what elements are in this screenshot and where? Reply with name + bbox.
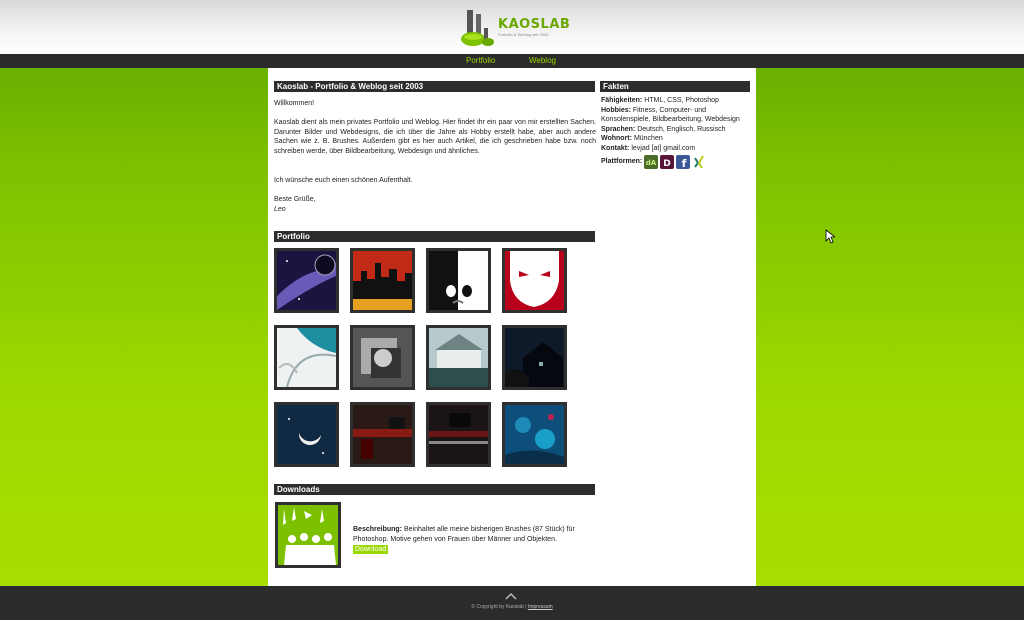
intro-signature: Leo — [274, 206, 286, 213]
svg-text:D: D — [663, 159, 670, 169]
portfolio-item-underwater[interactable] — [502, 402, 567, 467]
site-footer: © Copyright by Kaoslab | Impressum — [0, 586, 1024, 620]
fact-location: Wohnort: München — [601, 135, 663, 143]
brushes-download-thumbnail[interactable] — [275, 502, 341, 568]
main-navigation: Portfolio Weblog — [0, 54, 1024, 68]
impressum-link[interactable]: Impressum — [528, 604, 553, 610]
portfolio-item-night-house[interactable] — [502, 325, 567, 390]
svg-text:dA: dA — [646, 159, 657, 167]
deviantart-icon[interactable]: dA — [644, 154, 659, 169]
fact-contact: Kontakt: levjad [at] gmail.com — [601, 144, 696, 152]
portfolio-item-dark-interior[interactable] — [350, 402, 415, 467]
copyright-text: © Copyright by Kaoslab | — [471, 604, 527, 610]
content-panel: Kaoslab - Portfolio & Weblog seit 2003 W… — [268, 68, 756, 586]
portfolio-item-galaxy[interactable] — [274, 248, 339, 313]
description-label: Beschreibung: — [353, 526, 403, 533]
site-header: KAOSLAB Portfolio & Weblog seit 2003 — [0, 0, 1024, 54]
download-button[interactable]: Download — [353, 544, 389, 555]
portfolio-item-city[interactable] — [350, 248, 415, 313]
flask-icon — [461, 10, 494, 46]
facts-list: Fähigkeiten: HTML, CSS, Photoshop Hobbie… — [601, 96, 751, 170]
site-logo[interactable]: KAOSLAB Portfolio & Weblog seit 2003 — [460, 8, 570, 48]
mouse-cursor-icon — [825, 229, 835, 244]
portfolio-heading: Portfolio — [274, 231, 595, 242]
facts-heading: Fakten — [600, 81, 750, 92]
download-description: Beschreibung: Beinhaltet alle meine bish… — [353, 525, 598, 555]
portfolio-item-grunge[interactable] — [350, 325, 415, 390]
intro-greeting: Willkommen! — [274, 100, 315, 107]
scroll-up-icon[interactable] — [505, 592, 517, 600]
logo-text: KAOSLAB — [498, 17, 571, 32]
portfolio-item-moon[interactable] — [274, 402, 339, 467]
nav-portfolio-link[interactable]: Portfolio — [466, 56, 495, 65]
xing-icon[interactable] — [692, 154, 707, 169]
fact-platforms: Plattformen: dA D f — [601, 154, 751, 170]
facebook-icon[interactable]: f — [676, 154, 691, 170]
fact-hobbies: Hobbies: Fitness, Computer- und Konsolen… — [601, 106, 740, 124]
portfolio-item-mask[interactable] — [502, 248, 567, 313]
zerply-icon[interactable]: D — [660, 154, 675, 169]
intro-wish: Ich wünsche euch einen schönen Aufenthal… — [274, 177, 413, 184]
portfolio-item-house[interactable] — [426, 325, 491, 390]
nav-weblog-link[interactable]: Weblog — [529, 56, 556, 65]
fact-skills: Fähigkeiten: HTML, CSS, Photoshop — [601, 97, 719, 104]
fact-languages: Sprachen: Deutsch, Englisch, Russisch — [601, 125, 726, 133]
svg-text:f: f — [682, 157, 687, 169]
intro-heading: Kaoslab - Portfolio & Weblog seit 2003 — [274, 81, 595, 92]
portfolio-item-face[interactable] — [426, 248, 491, 313]
logo-subtitle: Portfolio & Weblog seit 2003 — [498, 32, 549, 37]
portfolio-item-dark-room[interactable] — [426, 402, 491, 467]
portfolio-item-swirl[interactable] — [274, 325, 339, 390]
downloads-heading: Downloads — [274, 484, 595, 495]
copyright-line: © Copyright by Kaoslab | Impressum — [0, 604, 1024, 610]
intro-closing: Beste Grüße, — [274, 196, 316, 203]
intro-body: Kaoslab dient als mein privates Portfoli… — [274, 119, 596, 155]
